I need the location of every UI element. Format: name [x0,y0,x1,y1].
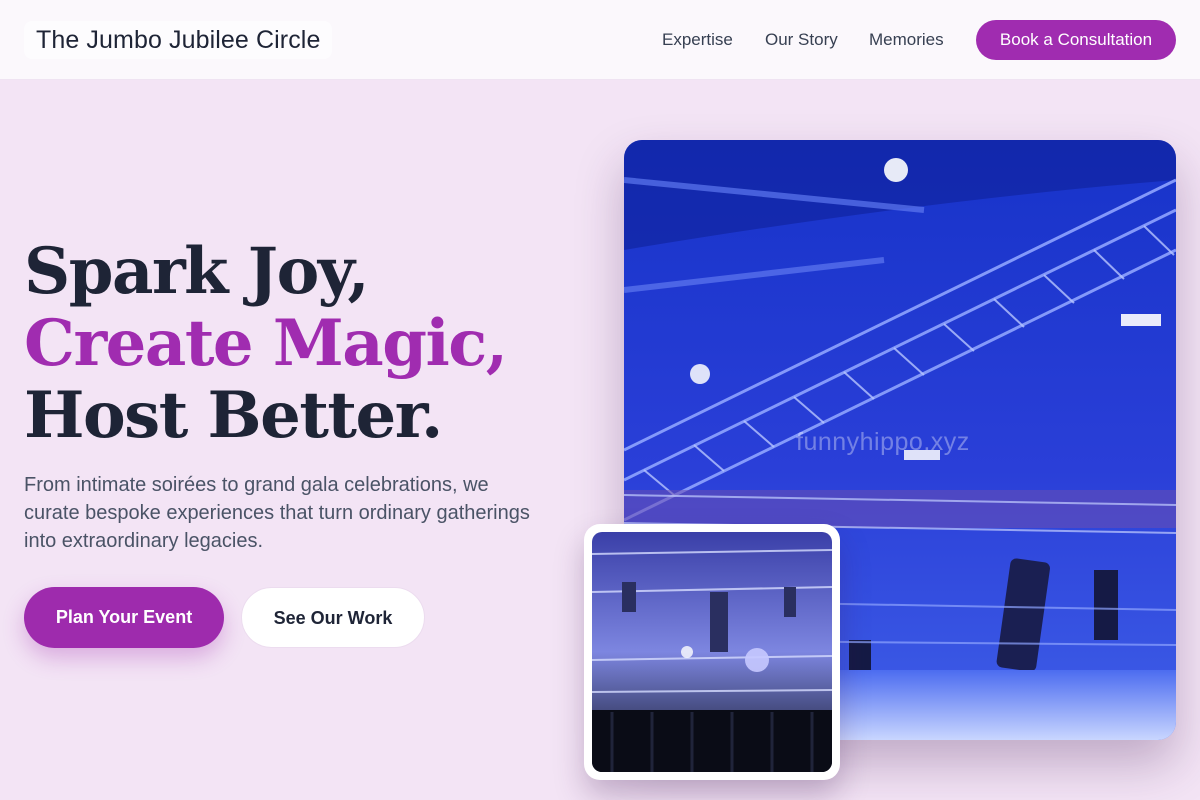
plan-event-button[interactable]: Plan Your Event [24,587,224,648]
hero-subtext: From intimate soirées to grand gala cele… [24,474,530,552]
inset-stage-photo [592,532,832,772]
book-consultation-button[interactable]: Book a Consultation [976,20,1176,60]
image-watermark: funnyhippo.xyz [796,428,970,456]
inset-image-frame [584,524,840,780]
brand-logo[interactable]: The Jumbo Jubilee Circle [24,21,333,59]
nav-link-memories[interactable]: Memories [869,30,944,50]
headline-line-3: Host Better. [24,378,443,453]
headline-line-2: Create Magic, [24,306,508,381]
see-our-work-button[interactable]: See Our Work [241,587,425,648]
nav-link-expertise[interactable]: Expertise [662,30,733,50]
site-header: The Jumbo Jubilee Circle Expertise Our S… [0,0,1200,80]
headline-line-1: Spark Joy, [24,234,370,309]
hero-headline: Spark Joy, Create Magic, Host Better. [24,234,508,453]
nav-link-our-story[interactable]: Our Story [765,30,838,50]
concert-stage-photo [592,532,832,772]
